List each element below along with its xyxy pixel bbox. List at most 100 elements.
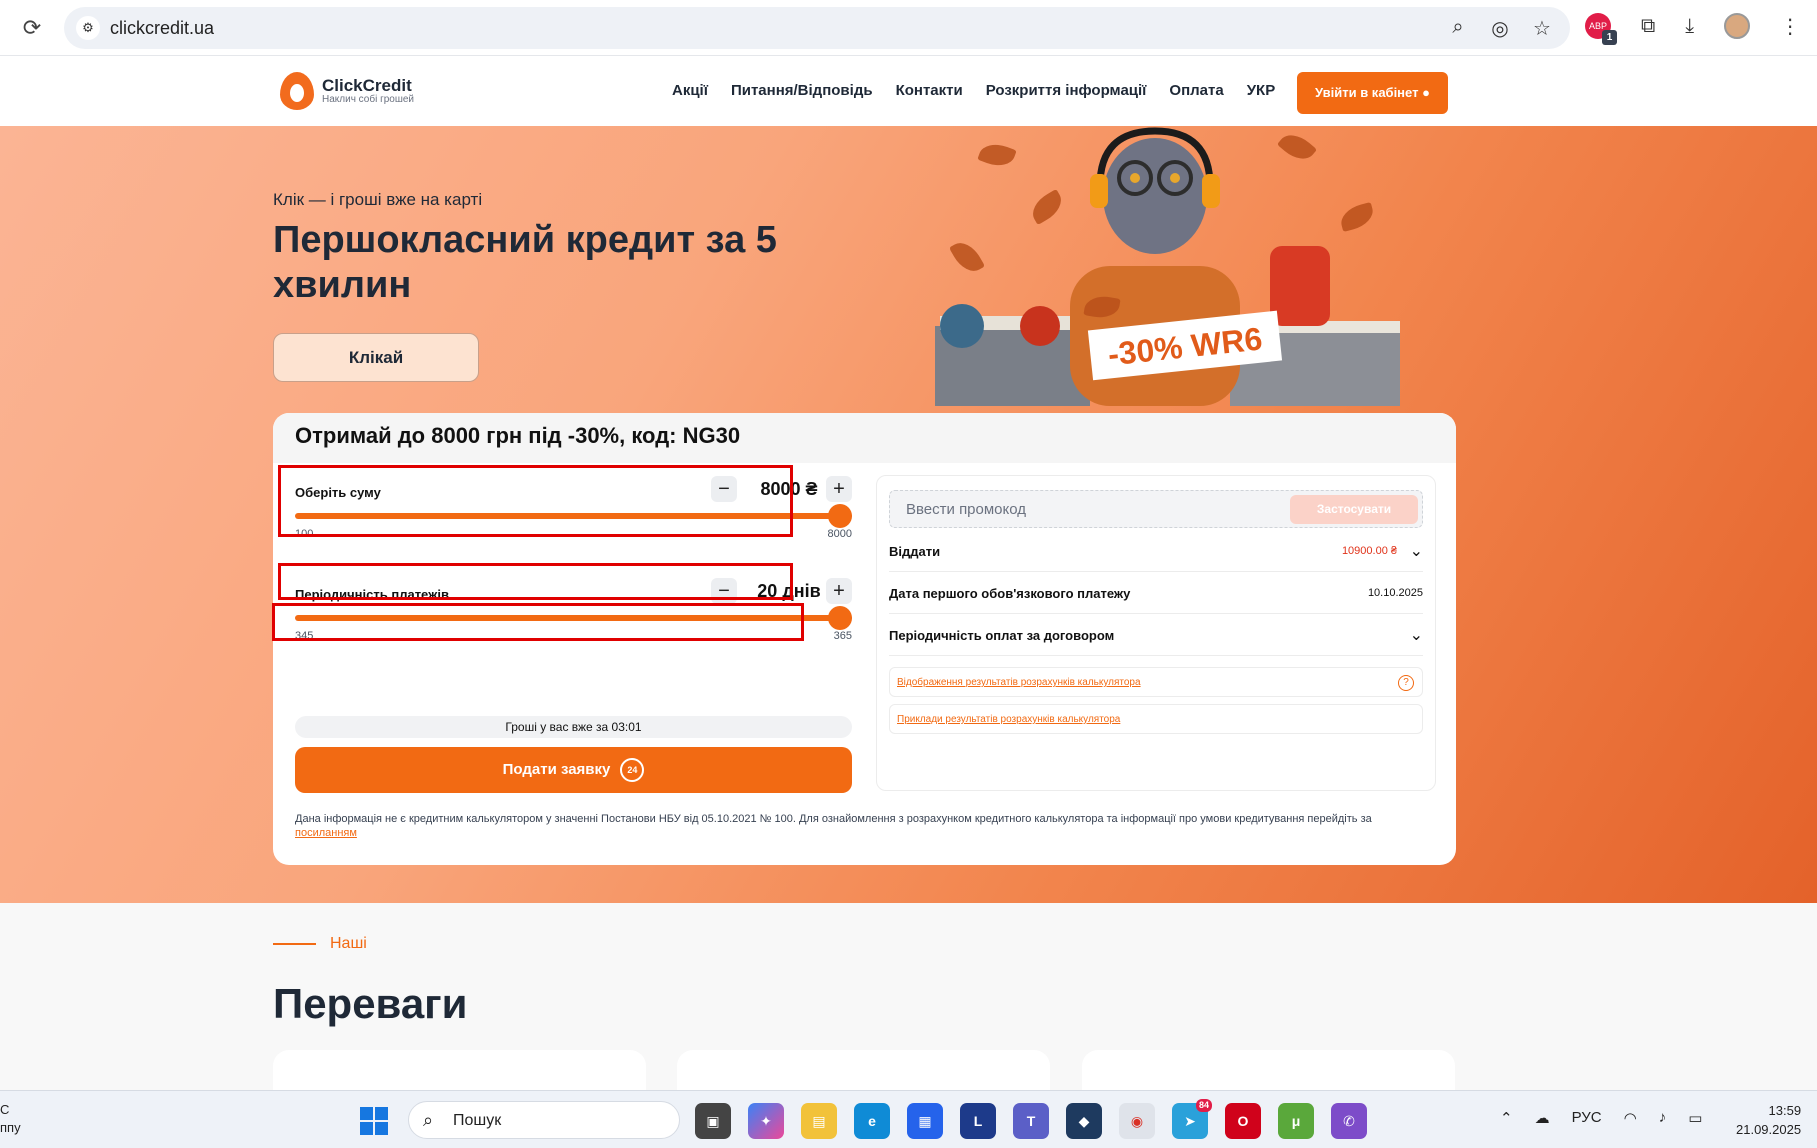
extension-icon[interactable]: ABP 1 bbox=[1585, 13, 1617, 45]
first-payment-value: 10.10.2025 bbox=[1367, 587, 1423, 599]
pigeon-illustration: -30% WR6 bbox=[935, 127, 1400, 406]
calculator-heading: Отримай до 8000 грн під -30%, код: NG30 bbox=[273, 413, 1456, 463]
address-bar[interactable]: ⚙ clickcredit.ua ⌕ ◎ ☆ bbox=[64, 7, 1570, 49]
chrome-icon[interactable]: ◉ bbox=[1119, 1103, 1155, 1139]
viber-icon[interactable]: ✆ bbox=[1331, 1103, 1367, 1139]
chevron-down-icon[interactable]: ⌄ bbox=[1410, 541, 1423, 561]
amount-slider-thumb[interactable] bbox=[828, 504, 852, 528]
first-payment-row: Дата першого обов'язкового платежу 10.10… bbox=[889, 572, 1423, 614]
site-settings-icon[interactable]: ⚙ bbox=[76, 16, 100, 40]
utorrent-icon[interactable]: μ bbox=[1278, 1103, 1314, 1139]
logo[interactable]: ClickCredit Наклич собі грошей bbox=[280, 72, 414, 110]
clock[interactable]: 13:59 21.09.2025 bbox=[1736, 1101, 1801, 1139]
l-app-icon[interactable]: L bbox=[960, 1103, 996, 1139]
payment-frequency-row[interactable]: Періодичність оплат за договором ⌄ bbox=[889, 614, 1423, 656]
language-indicator[interactable]: РУС bbox=[1572, 1109, 1602, 1127]
disclaimer: Дана інформація не є кредитним калькулят… bbox=[295, 812, 1435, 840]
taskbar-search[interactable]: ⌕ Пошук bbox=[408, 1101, 680, 1139]
section-divider bbox=[273, 943, 316, 945]
period-slider-thumb[interactable] bbox=[828, 606, 852, 630]
taskbar: Сппу ⌕ Пошук ▣ ✦ ▤ e ▦ L T ◆ ◉ ➤ 84 O μ ✆… bbox=[0, 1090, 1817, 1148]
first-payment-label: Дата першого обов'язкового платежу bbox=[889, 586, 1131, 601]
edge-icon[interactable]: e bbox=[854, 1103, 890, 1139]
highlight-box bbox=[278, 563, 793, 600]
results-examples-link[interactable]: Приклади результатів розрахунків калькул… bbox=[897, 714, 1120, 725]
windows-start-icon[interactable] bbox=[360, 1107, 388, 1135]
apply-promo-button[interactable]: Застосувати bbox=[1290, 495, 1418, 524]
telegram-badge: 84 bbox=[1195, 1099, 1212, 1112]
results-display-link[interactable]: Відображення результатів розрахунків кал… bbox=[897, 677, 1141, 688]
taskbar-apps: ▣ ✦ ▤ e ▦ L T ◆ ◉ ➤ 84 O μ ✆ bbox=[695, 1099, 1367, 1139]
menu-icon[interactable]: ⋮ bbox=[1780, 14, 1800, 39]
repay-label: Віддати bbox=[889, 544, 941, 559]
system-tray: ⌃ ☁ РУС ◠ ♪ ▭ bbox=[1500, 1109, 1702, 1127]
hero-title: Першокласний кредит за 5 хвилин bbox=[273, 219, 777, 306]
wifi-icon[interactable]: ◠ bbox=[1624, 1109, 1637, 1127]
login-button[interactable]: Увійти в кабінет ● bbox=[1297, 72, 1448, 114]
clock-24-icon: 24 bbox=[620, 758, 645, 783]
opera-icon[interactable]: O bbox=[1225, 1103, 1261, 1139]
search-icon[interactable]: ⌕ bbox=[1446, 16, 1470, 41]
section-kicker: Наші bbox=[330, 935, 367, 952]
url-text[interactable]: clickcredit.ua bbox=[110, 18, 214, 39]
star-icon[interactable]: ☆ bbox=[1530, 16, 1554, 41]
reload-icon[interactable]: ⟳ bbox=[20, 16, 44, 40]
browser-toolbar: ⟳ ⚙ clickcredit.ua ⌕ ◎ ☆ ABP 1 ⧉ ⤓ ⋮ bbox=[0, 0, 1817, 56]
disclaimer-text: Дана інформація не є кредитним калькулят… bbox=[295, 813, 1372, 825]
eye-off-icon[interactable]: ◎ bbox=[1488, 16, 1512, 41]
nav-language[interactable]: УКР bbox=[1247, 82, 1276, 99]
logo-icon bbox=[280, 72, 314, 110]
telegram-icon[interactable]: ➤ 84 bbox=[1172, 1099, 1212, 1139]
logo-tagline: Наклич собі грошей bbox=[322, 94, 415, 105]
highlight-box bbox=[278, 465, 793, 537]
nav-promotions[interactable]: Акції bbox=[672, 82, 708, 99]
timer-bar: Гроші у вас вже за 03:01 bbox=[295, 716, 852, 738]
battery-icon[interactable]: ▭ bbox=[1688, 1109, 1702, 1127]
copilot-icon[interactable]: ✦ bbox=[748, 1103, 784, 1139]
results-display-link-box[interactable]: Відображення результатів розрахунків кал… bbox=[889, 667, 1423, 697]
payment-frequency-label: Періодичність оплат за договором bbox=[889, 628, 1115, 643]
nav-faq[interactable]: Питання/Відповідь bbox=[731, 82, 873, 99]
download-icon[interactable]: ⤓ bbox=[1685, 15, 1694, 38]
results-examples-link-box[interactable]: Приклади результатів розрахунків калькул… bbox=[889, 704, 1423, 734]
amount-increase-button[interactable]: + bbox=[826, 476, 852, 502]
clock-time: 13:59 bbox=[1768, 1103, 1802, 1118]
login-label: Увійти в кабінет bbox=[1315, 85, 1419, 100]
store-icon[interactable]: ▦ bbox=[907, 1103, 943, 1139]
calculator-card: Отримай до 8000 грн під -30%, код: NG30 … bbox=[272, 413, 1456, 865]
nav-contacts[interactable]: Контакти bbox=[896, 82, 963, 99]
dropbox-icon[interactable]: ◆ bbox=[1066, 1103, 1102, 1139]
profile-avatar[interactable] bbox=[1724, 13, 1751, 39]
nav-disclosure[interactable]: Розкриття інформації bbox=[986, 82, 1147, 99]
repay-value: 10900.00 ₴ bbox=[1341, 545, 1397, 557]
hero-cta-button[interactable]: Клікай bbox=[273, 333, 479, 382]
file-explorer-icon[interactable]: ▤ bbox=[801, 1103, 837, 1139]
weather-widget[interactable]: Сппу bbox=[0, 1101, 21, 1137]
puzzle-icon[interactable]: ⧉ bbox=[1641, 15, 1655, 38]
task-view-icon[interactable]: ▣ bbox=[695, 1103, 731, 1139]
taskbar-search-text[interactable]: Пошук bbox=[453, 1112, 501, 1130]
teams-icon[interactable]: T bbox=[1013, 1103, 1049, 1139]
submit-label: Подати заявку bbox=[502, 761, 611, 778]
logo-name: ClickCredit bbox=[322, 76, 412, 95]
question-icon[interactable]: ? bbox=[1398, 675, 1414, 691]
period-increase-button[interactable]: + bbox=[826, 578, 852, 604]
repay-row[interactable]: Віддати 10900.00 ₴ ⌄ bbox=[889, 530, 1423, 572]
chevron-up-icon[interactable]: ⌃ bbox=[1500, 1109, 1513, 1127]
promo-code-input[interactable]: Ввести промокод bbox=[906, 501, 1026, 518]
disclaimer-link[interactable]: посиланням bbox=[295, 827, 357, 839]
amount-max: 8000 bbox=[827, 528, 852, 540]
submit-application-button[interactable]: Подати заявку 24 bbox=[295, 747, 852, 793]
nav-payment[interactable]: Оплата bbox=[1169, 82, 1223, 99]
site-header: ClickCredit Наклич собі грошей Акції Пит… bbox=[0, 56, 1817, 126]
chevron-down-icon[interactable]: ⌄ bbox=[1410, 625, 1423, 645]
promo-code-field[interactable]: Ввести промокод Застосувати bbox=[889, 490, 1423, 528]
calculation-panel: Ввести промокод Застосувати Віддати 1090… bbox=[876, 475, 1436, 791]
extension-badge: 1 bbox=[1602, 30, 1617, 45]
cloud-icon[interactable]: ☁ bbox=[1535, 1109, 1550, 1127]
weather-top: С bbox=[0, 1102, 10, 1117]
search-icon: ⌕ bbox=[423, 1110, 434, 1130]
volume-icon[interactable]: ♪ bbox=[1659, 1109, 1667, 1127]
section-title: Переваги bbox=[273, 980, 468, 1027]
weather-bottom: ппу bbox=[0, 1120, 21, 1135]
